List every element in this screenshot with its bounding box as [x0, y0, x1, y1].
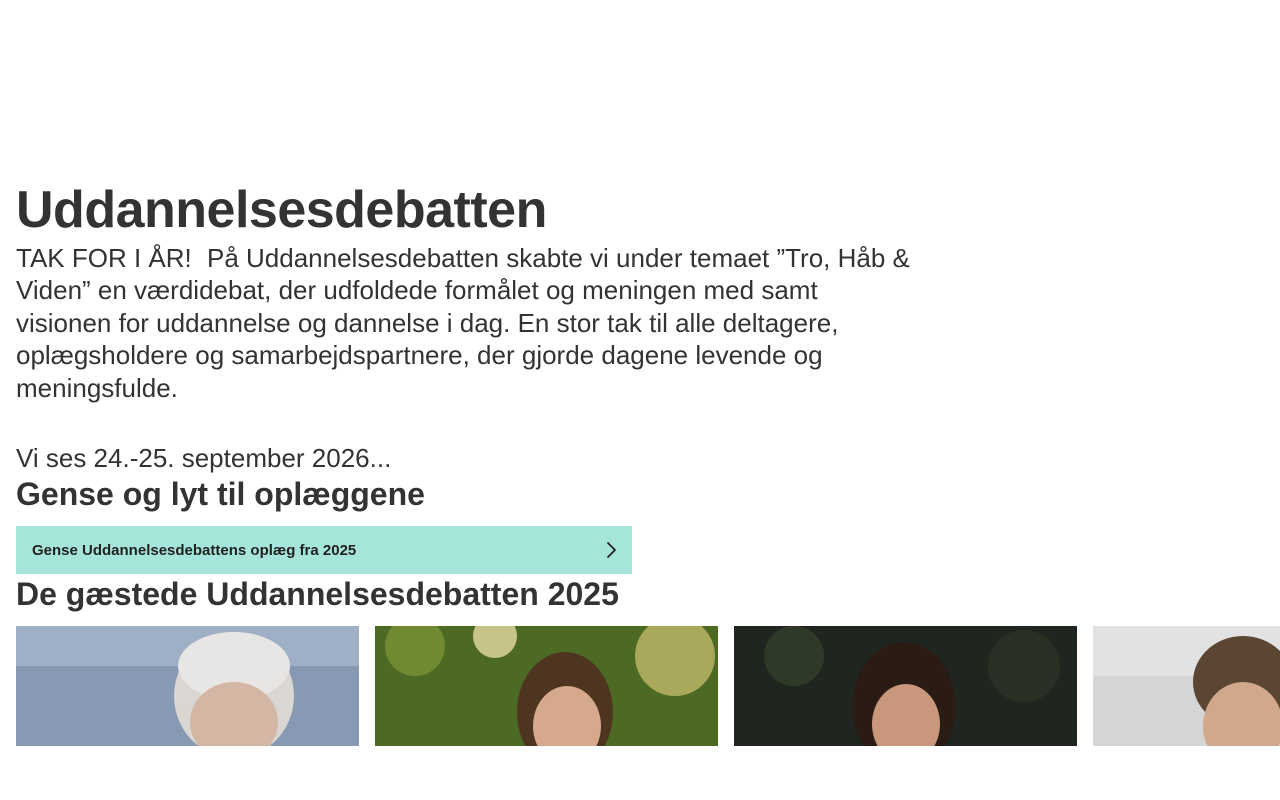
- guest-photo: [375, 626, 718, 747]
- replay-talks-button[interactable]: Gense Uddannelsesdebattens oplæg fra 202…: [16, 526, 632, 575]
- page: Uddannelsesdebatten TAK FOR I ÅR! På Udd…: [0, 0, 1280, 800]
- next-event-date: Vi ses 24.-25. september 2026...: [16, 443, 392, 474]
- guest-photo: [734, 626, 1077, 747]
- page-title: Uddannelsesdebatten: [16, 181, 547, 239]
- guest-card[interactable]: [16, 626, 359, 747]
- guest-card[interactable]: [375, 626, 718, 747]
- guest-card[interactable]: [734, 626, 1077, 747]
- main-content: Uddannelsesdebatten TAK FOR I ÅR! På Udd…: [0, 178, 1280, 747]
- replay-section-title: Gense og lyt til oplæggene: [16, 476, 425, 513]
- header-spacer: [0, 0, 1280, 178]
- guest-carousel: [16, 626, 1280, 747]
- guest-photo: [16, 626, 359, 747]
- intro-lead: TAK FOR I ÅR!: [16, 243, 192, 273]
- guests-section-title: De gæstede Uddannelsesdebatten 2025: [16, 576, 619, 613]
- guest-card[interactable]: [1093, 626, 1280, 747]
- replay-talks-button-label: Gense Uddannelsesdebattens oplæg fra 202…: [32, 541, 357, 559]
- chevron-right-icon: [604, 541, 618, 559]
- guest-photo: [1093, 626, 1280, 747]
- intro-text: TAK FOR I ÅR! På Uddannelsesdebatten ska…: [16, 242, 916, 404]
